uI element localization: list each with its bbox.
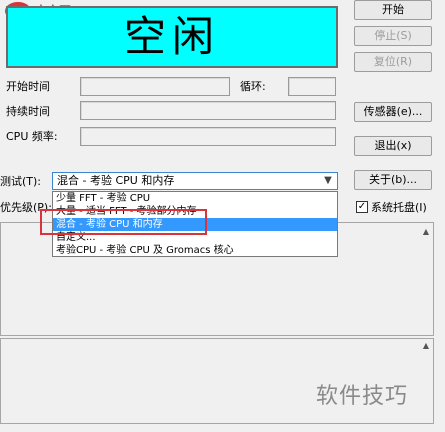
test-select[interactable]: 混合 - 考验 CPU 和内存 ▼ bbox=[52, 172, 338, 190]
about-button[interactable]: 关于(b)... bbox=[354, 170, 432, 190]
start-button[interactable]: 开始 bbox=[354, 0, 432, 20]
tray-checkbox-label[interactable]: 系统托盘(I) bbox=[371, 201, 427, 215]
status-text: 空闲 bbox=[123, 12, 220, 61]
annotation-highlight-box bbox=[40, 209, 207, 235]
test-label: 测试(T): bbox=[0, 175, 42, 188]
duration-field bbox=[80, 101, 336, 120]
scroll-up-icon[interactable]: ▲ bbox=[420, 226, 432, 238]
duration-label: 持续时间 bbox=[6, 105, 50, 118]
cycle-field bbox=[288, 77, 336, 96]
chevron-down-icon[interactable]: ▼ bbox=[321, 173, 335, 189]
log-panel-secondary[interactable] bbox=[0, 338, 434, 424]
cpu-freq-label: CPU 频率: bbox=[6, 130, 58, 143]
dropdown-option[interactable]: 考验CPU - 考验 CPU 及 Gromacs 核心 bbox=[53, 244, 337, 257]
tray-checkbox[interactable]: ✓ bbox=[356, 201, 368, 213]
scroll-up-icon[interactable]: ▲ bbox=[420, 340, 432, 352]
dropdown-option[interactable]: 少量 FFT - 考验 CPU bbox=[53, 192, 337, 205]
cycle-label: 循环: bbox=[240, 80, 266, 93]
start-time-label: 开始时间 bbox=[6, 80, 50, 93]
start-time-field bbox=[80, 77, 230, 96]
watermark-text: 软件技巧 bbox=[316, 384, 409, 409]
sensors-button[interactable]: 传感器(e)... bbox=[354, 102, 432, 122]
test-select-value: 混合 - 考验 CPU 和内存 bbox=[57, 174, 175, 187]
stop-button[interactable]: 停止(S) bbox=[354, 26, 432, 46]
cpu-freq-field bbox=[80, 127, 336, 146]
reset-button[interactable]: 复位(R) bbox=[354, 52, 432, 72]
exit-button[interactable]: 退出(x) bbox=[354, 136, 432, 156]
status-panel: 空闲 bbox=[6, 6, 338, 68]
